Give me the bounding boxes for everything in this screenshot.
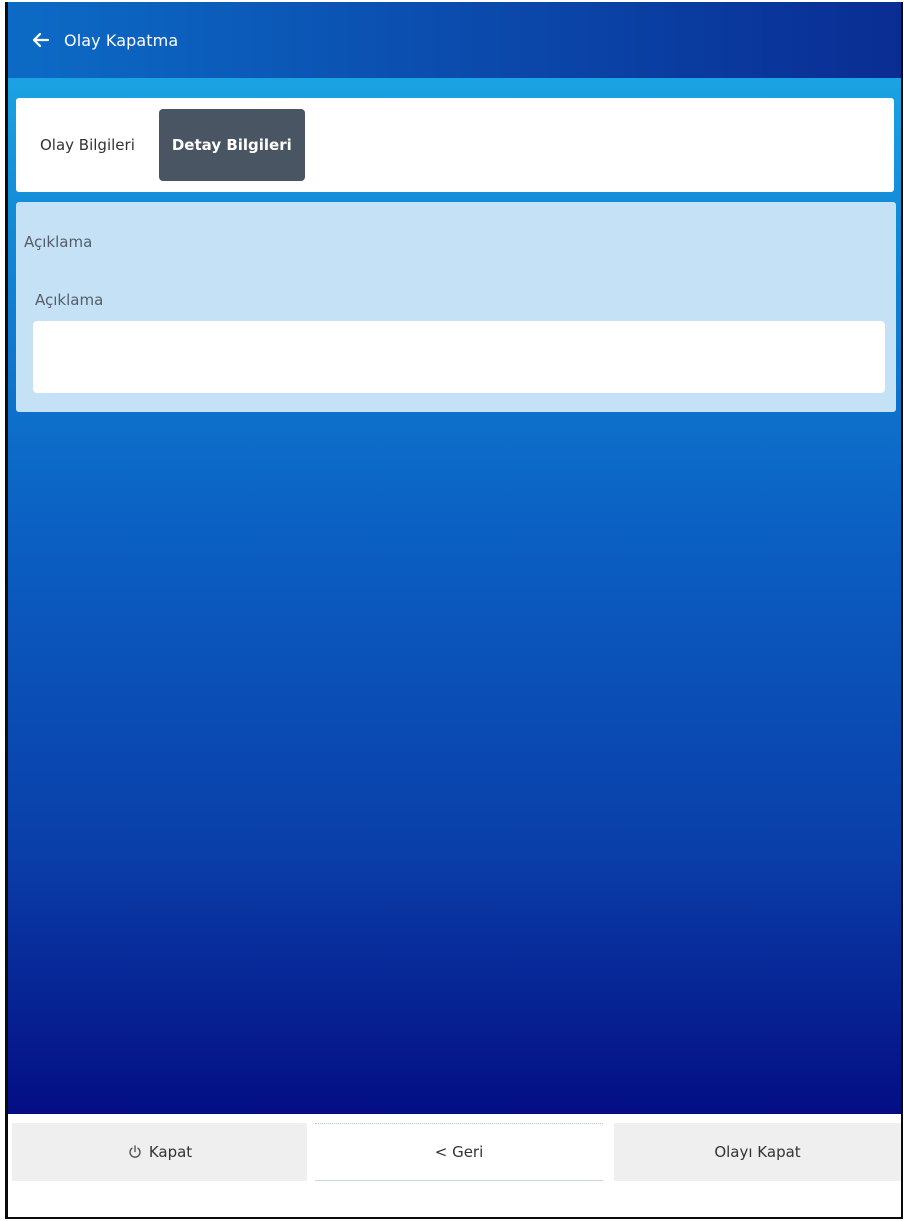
- tab-bar: Olay Bilgileri Detay Bilgileri: [16, 98, 894, 192]
- arrow-left-icon[interactable]: [28, 27, 54, 53]
- close-incident-button-label: Olayı Kapat: [714, 1143, 801, 1161]
- section-title: Açıklama: [24, 233, 93, 251]
- close-button[interactable]: Kapat: [12, 1123, 307, 1181]
- page-title: Olay Kapatma: [64, 30, 179, 50]
- power-icon: [127, 1144, 143, 1160]
- back-button[interactable]: < Geri: [315, 1123, 603, 1181]
- tab-olay-bilgileri[interactable]: Olay Bilgileri: [38, 109, 135, 181]
- app-window: Olay Kapatma Olay Bilgileri Detay Bilgil…: [5, 2, 903, 1219]
- main-content: Olay Bilgileri Detay Bilgileri Açıklama …: [8, 78, 901, 1114]
- description-panel: Açıklama Açıklama: [16, 202, 896, 412]
- description-input[interactable]: [33, 321, 885, 393]
- description-field-label: Açıklama: [35, 291, 104, 309]
- close-incident-button[interactable]: Olayı Kapat: [614, 1123, 901, 1181]
- footer-bar: Kapat < Geri Olayı Kapat: [8, 1114, 901, 1217]
- back-button-label: < Geri: [434, 1143, 484, 1161]
- app-header: Olay Kapatma: [8, 2, 901, 78]
- close-button-label: Kapat: [148, 1143, 193, 1161]
- tab-detay-bilgileri[interactable]: Detay Bilgileri: [158, 109, 305, 181]
